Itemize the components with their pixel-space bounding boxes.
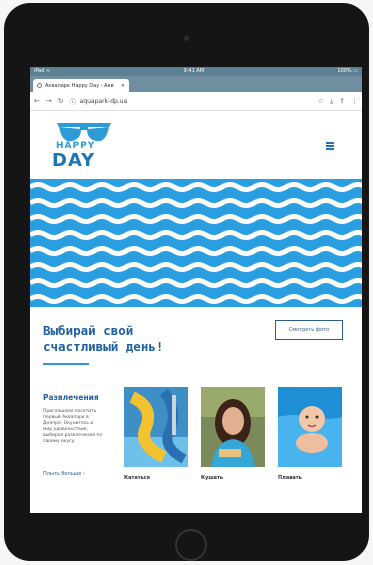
url-text: aquapark-dp.ua — [79, 97, 128, 105]
star-icon[interactable]: ☆ — [318, 97, 324, 105]
site-header: HAPPY DAY — [30, 111, 362, 179]
info-icon: ⓘ — [69, 98, 76, 106]
camera — [184, 36, 189, 41]
status-bar: iPad ≈ 9:41 AM 100% ▭ — [30, 67, 362, 76]
more-link[interactable]: Плыть больше › — [43, 471, 85, 477]
hero-title-line2: счастливый день! — [43, 339, 164, 354]
baby-swimming-photo[interactable] — [278, 387, 342, 467]
status-battery: 100% ▭ — [337, 68, 358, 74]
home-button[interactable] — [175, 529, 207, 561]
browser-tab[interactable]: Аквапарк Happy Day - Акв × — [33, 79, 129, 92]
url-field[interactable]: ⓘ aquapark-dp.ua — [70, 97, 312, 106]
status-left: iPad ≈ — [34, 68, 51, 74]
hamburger-menu-icon[interactable] — [326, 142, 334, 150]
view-photos-button[interactable]: Смотреть фото — [275, 320, 343, 340]
title-underline — [43, 363, 89, 365]
section-description: Приглашаем посетить первый Аквапарк в Дн… — [43, 409, 103, 444]
address-bar: ← → ↻ ⓘ aquapark-dp.ua ☆ ⤓ ⇪ ⋮ — [30, 92, 362, 111]
card-caption-eat: Кушать — [201, 475, 224, 481]
more-icon[interactable]: ⋮ — [351, 97, 358, 105]
browser-tabbar: Аквапарк Happy Day - Акв × — [30, 76, 362, 92]
section-title: Развлечения — [43, 393, 99, 402]
back-arrow-icon[interactable]: ← — [34, 97, 40, 105]
logo-line2: DAY — [52, 150, 96, 171]
tablet-frame: iPad ≈ 9:41 AM 100% ▭ Аквапарк Happy Day… — [4, 3, 369, 561]
wave-banner — [30, 179, 362, 307]
status-time: 9:41 AM — [183, 68, 205, 74]
hero-title-line1: Выбирай свой — [43, 323, 134, 338]
globe-icon — [37, 83, 42, 88]
entertainment-section: Развлечения Приглашаем посетить первый А… — [30, 387, 362, 507]
tab-title: Аквапарк Happy Day - Акв — [45, 82, 114, 89]
close-icon[interactable]: × — [121, 83, 125, 89]
download-icon[interactable]: ⤓ — [330, 97, 333, 106]
hero-title: Выбирай свой счастливый день! — [43, 323, 163, 355]
card-caption-ride: Кататься — [124, 475, 150, 481]
forward-arrow-icon[interactable]: → — [46, 97, 52, 105]
reload-icon[interactable]: ↻ — [58, 97, 64, 105]
waterslide-photo[interactable] — [124, 387, 188, 467]
screen: iPad ≈ 9:41 AM 100% ▭ Аквапарк Happy Day… — [30, 67, 362, 513]
card-caption-swim: Плавать — [278, 475, 302, 481]
hero-section: Выбирай свой счастливый день! Смотреть ф… — [30, 307, 362, 387]
share-icon[interactable]: ⇪ — [339, 97, 345, 105]
woman-eating-photo[interactable] — [201, 387, 265, 467]
